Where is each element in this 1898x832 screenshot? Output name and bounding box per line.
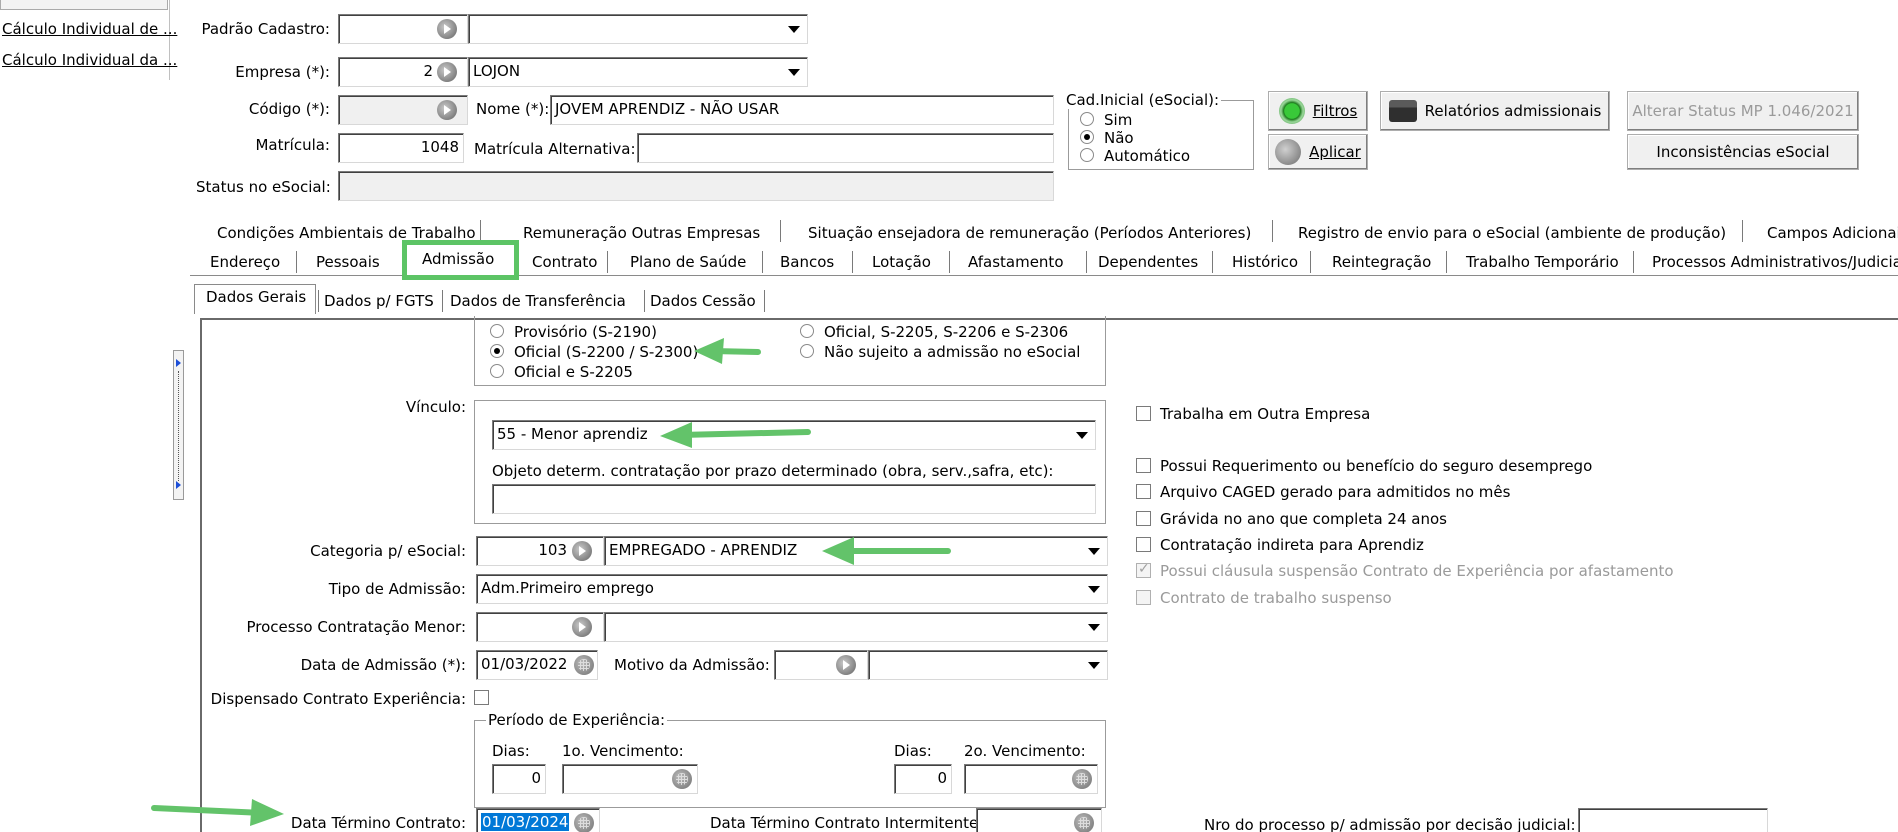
arrow-termino bbox=[151, 799, 284, 826]
arrow-oficial bbox=[694, 338, 761, 364]
arrow-vinculo bbox=[660, 422, 811, 448]
arrow-categoria bbox=[822, 537, 951, 565]
annotation-arrows bbox=[151, 338, 951, 826]
